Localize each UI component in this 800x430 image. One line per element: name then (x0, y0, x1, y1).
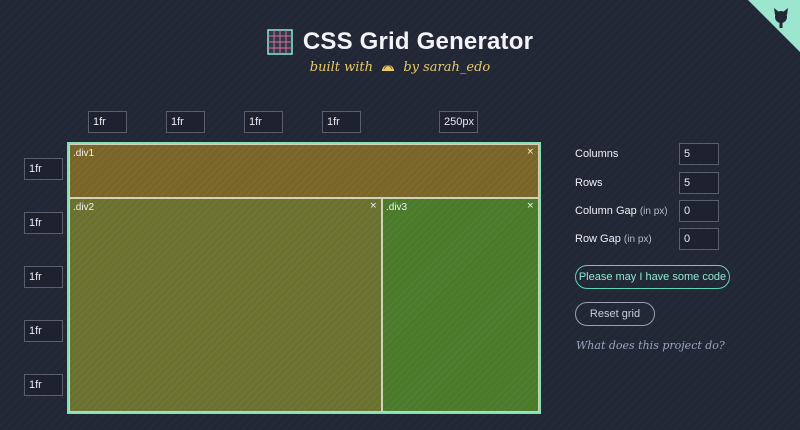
taco-icon (382, 65, 395, 71)
close-icon[interactable]: × (526, 201, 534, 211)
about-link[interactable]: What does this project do? (576, 339, 725, 352)
rows-input[interactable]: 5 (679, 172, 719, 194)
column-size-input-1[interactable]: 1fr (88, 111, 127, 133)
column-gap-label-text: Column Gap (575, 205, 637, 217)
row-gap-label-text: Row Gap (575, 233, 621, 245)
subtitle-prefix: built with (309, 60, 374, 75)
row-size-input-5[interactable]: 1fr (24, 374, 63, 396)
row-gap-unit: (in px) (623, 234, 652, 245)
grid-area-label: .div1 (73, 148, 95, 159)
grid-area-div3[interactable]: .div3 × (382, 198, 539, 412)
rows-label: Rows (575, 177, 603, 189)
columns-label: Columns (575, 148, 619, 160)
grid-area-div1[interactable]: .div1 × (69, 144, 539, 198)
page-title: CSS Grid Generator (302, 28, 534, 55)
row-gap-input[interactable]: 0 (679, 228, 719, 250)
row-size-input-4[interactable]: 1fr (24, 320, 63, 342)
grid-area-label: .div2 (73, 202, 95, 213)
column-gap-input[interactable]: 0 (679, 200, 719, 222)
column-gap-label: Column Gap (in px) (575, 205, 668, 217)
close-icon[interactable]: × (526, 147, 534, 157)
subtitle-author: by sarah_edo (403, 60, 491, 75)
row-size-input-2[interactable]: 1fr (24, 212, 63, 234)
subtitle: built with by sarah_edo (0, 60, 800, 75)
grid-icon (267, 29, 293, 55)
column-size-input-3[interactable]: 1fr (244, 111, 283, 133)
column-size-input-4[interactable]: 1fr (322, 111, 361, 133)
close-icon[interactable]: × (369, 201, 377, 211)
row-gap-label: Row Gap (in px) (575, 233, 652, 245)
row-size-input-3[interactable]: 1fr (24, 266, 63, 288)
reset-grid-button[interactable]: Reset grid (575, 302, 655, 326)
column-gap-unit: (in px) (639, 206, 668, 217)
column-size-input-5[interactable]: 250px (439, 111, 478, 133)
get-code-button[interactable]: Please may I have some code (575, 265, 730, 289)
columns-input[interactable]: 5 (679, 143, 719, 165)
row-size-input-1[interactable]: 1fr (24, 158, 63, 180)
grid-area-label: .div3 (386, 202, 408, 213)
column-size-input-2[interactable]: 1fr (166, 111, 205, 133)
grid-canvas[interactable]: .div1 × .div2 × .div3 × (67, 142, 541, 414)
grid-area-div2[interactable]: .div2 × (69, 198, 382, 412)
